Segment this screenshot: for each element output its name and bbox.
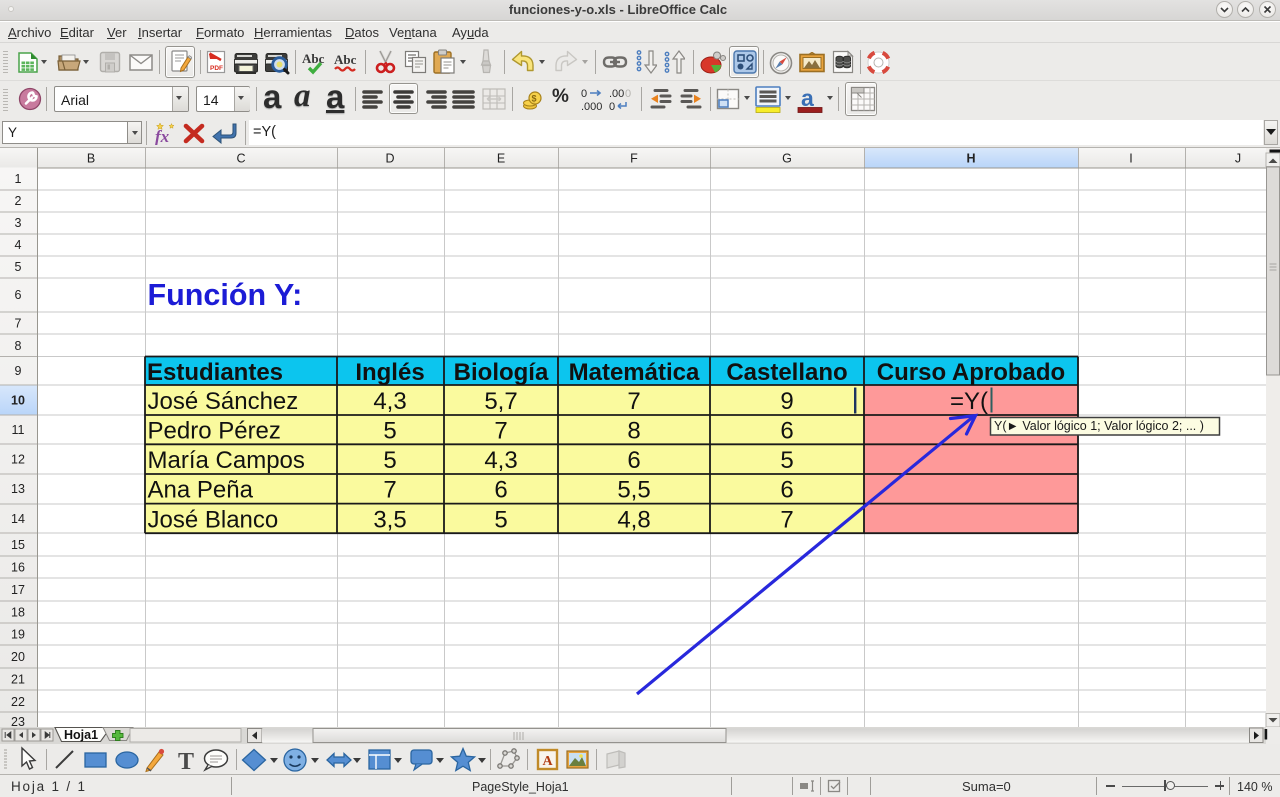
svg-text:4,3: 4,3 [373, 388, 406, 415]
svg-text:5,5: 5,5 [617, 477, 650, 504]
svg-text:H: H [966, 152, 975, 166]
svg-text:7: 7 [494, 417, 507, 444]
svg-text:Curso Aprobado: Curso Aprobado [877, 359, 1065, 386]
svg-text:J: J [1235, 152, 1241, 166]
svg-text:10: 10 [11, 394, 25, 408]
svg-text:5,7: 5,7 [484, 388, 517, 415]
svg-text:21: 21 [11, 673, 25, 687]
svg-text:Matemática: Matemática [569, 359, 700, 386]
svg-text:Abc: Abc [334, 52, 357, 67]
svg-text:Pedro Pérez: Pedro Pérez [148, 417, 281, 444]
svg-text:2: 2 [15, 194, 22, 208]
svg-text:6: 6 [780, 477, 793, 504]
svg-text:12: 12 [11, 453, 25, 467]
svg-text:I: I [1129, 152, 1132, 166]
svg-text:6: 6 [494, 477, 507, 504]
svg-text:José Blanco: José Blanco [148, 506, 279, 533]
svg-text:4,8: 4,8 [617, 506, 650, 533]
svg-text:17: 17 [11, 583, 25, 597]
svg-text:Ana Peña: Ana Peña [148, 477, 254, 504]
svg-text:23: 23 [11, 715, 25, 727]
svg-text:4,3: 4,3 [484, 447, 517, 474]
svg-text:Inglés: Inglés [355, 359, 424, 386]
svg-text:15: 15 [11, 538, 25, 552]
svg-text:6: 6 [15, 288, 22, 302]
svg-text:María Campos: María Campos [148, 447, 305, 474]
svg-text:5: 5 [383, 447, 396, 474]
svg-text:Función Y:: Función Y: [148, 278, 303, 312]
svg-text:T: T [178, 749, 194, 775]
svg-text:18: 18 [11, 606, 25, 620]
svg-text:8: 8 [627, 417, 640, 444]
svg-text:C: C [236, 152, 245, 166]
svg-text:0: 0 [625, 88, 631, 100]
svg-text:José Sánchez: José Sánchez [148, 388, 299, 415]
svg-text:7: 7 [627, 388, 640, 415]
svg-text:6: 6 [780, 417, 793, 444]
svg-text:Castellano: Castellano [726, 359, 847, 386]
svg-text:3: 3 [15, 216, 22, 230]
svg-text:$: $ [532, 94, 537, 104]
svg-text:0: 0 [581, 88, 587, 100]
svg-text:Y(► Valor lógico 1; Valor lógi: Y(► Valor lógico 1; Valor lógico 2; ... … [994, 419, 1204, 433]
svg-text:5: 5 [494, 506, 507, 533]
svg-text:14: 14 [11, 512, 25, 526]
svg-text:E: E [497, 152, 505, 166]
svg-text:6: 6 [627, 447, 640, 474]
svg-text:B: B [87, 152, 95, 166]
svg-text:D: D [385, 152, 394, 166]
svg-text:Estudiantes: Estudiantes [147, 359, 283, 386]
svg-text:3,5: 3,5 [373, 506, 406, 533]
svg-text:5: 5 [780, 447, 793, 474]
svg-text:20: 20 [11, 650, 25, 664]
svg-text:9: 9 [780, 388, 793, 415]
svg-text:5: 5 [383, 417, 396, 444]
svg-text:PDF: PDF [210, 65, 223, 72]
svg-text:5: 5 [15, 260, 22, 274]
svg-text:A: A [543, 754, 554, 769]
svg-text:9: 9 [15, 364, 22, 378]
svg-text:F: F [630, 152, 638, 166]
svg-text:1: 1 [15, 172, 22, 186]
svg-text:Hoja1: Hoja1 [64, 728, 98, 742]
svg-text:7: 7 [780, 506, 793, 533]
svg-text:11: 11 [12, 423, 25, 437]
svg-text:7: 7 [383, 477, 396, 504]
svg-text:22: 22 [11, 695, 25, 709]
svg-text:G: G [782, 152, 792, 166]
svg-text:19: 19 [11, 628, 25, 642]
svg-text:7: 7 [15, 317, 22, 331]
svg-text:.000: .000 [581, 101, 602, 113]
svg-text:Biología: Biología [454, 359, 549, 386]
svg-text:13: 13 [11, 482, 25, 496]
svg-text:16: 16 [11, 561, 25, 575]
svg-text:0: 0 [609, 101, 615, 113]
svg-text:4: 4 [15, 238, 22, 252]
svg-text:.00: .00 [609, 88, 624, 100]
svg-text:8: 8 [15, 339, 22, 353]
svg-text:=Y(: =Y( [950, 388, 988, 415]
